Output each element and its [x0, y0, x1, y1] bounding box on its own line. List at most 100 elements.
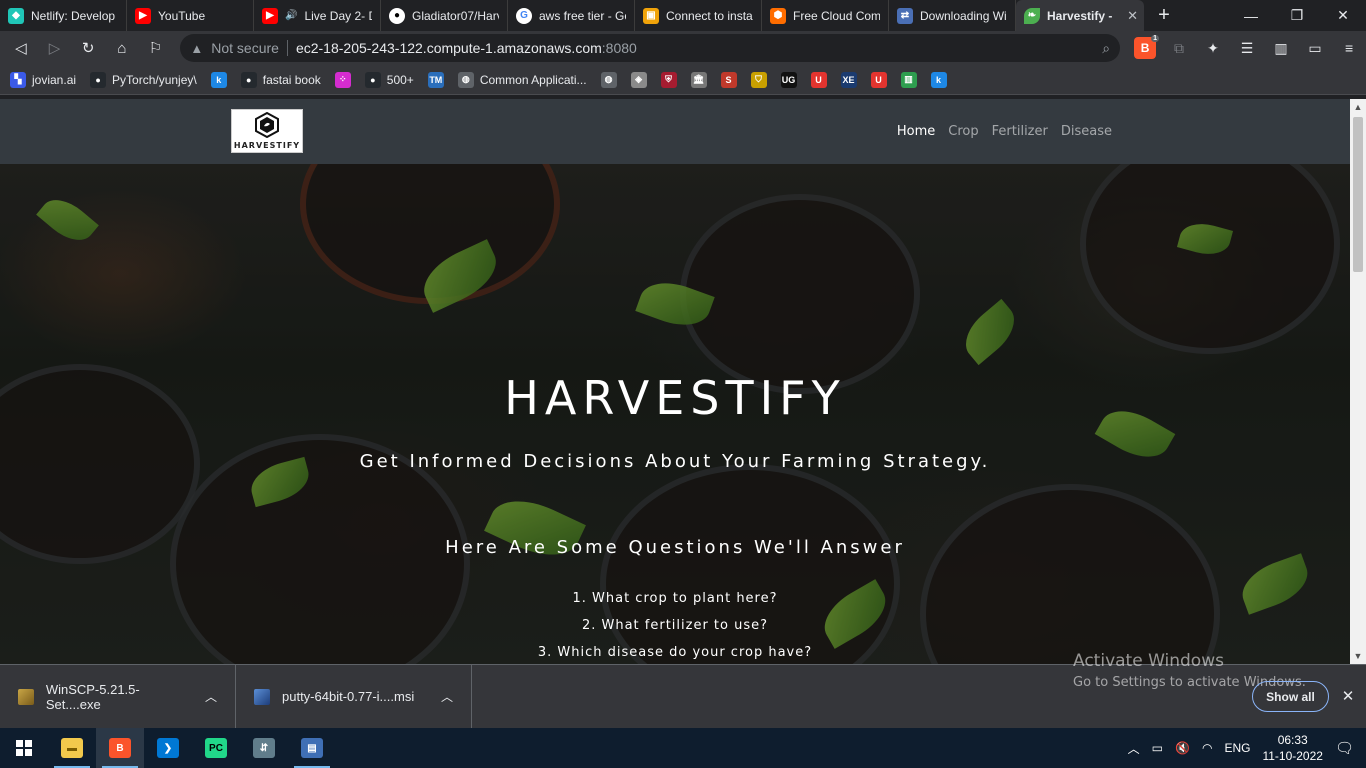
- nav-fertilizer[interactable]: Fertilizer: [992, 124, 1048, 139]
- tab-netlify[interactable]: ◆ Netlify: Develop: [0, 0, 127, 31]
- page-scrollbar[interactable]: ▲ ▼: [1350, 99, 1366, 664]
- reload-button[interactable]: ↻: [73, 34, 103, 62]
- bookmark-item[interactable]: ▚ jovian.ai: [10, 71, 76, 88]
- scroll-down-icon[interactable]: ▼: [1350, 648, 1366, 664]
- warning-icon[interactable]: ▲: [190, 41, 203, 56]
- copy-icon[interactable]: ⧉: [1168, 37, 1190, 59]
- volume-muted-icon[interactable]: 🔇: [1175, 741, 1190, 755]
- winscp-icon: ⇄: [897, 7, 913, 24]
- bookmark-item[interactable]: UG: [780, 71, 797, 88]
- scroll-up-icon[interactable]: ▲: [1350, 99, 1366, 115]
- dots-icon: ⁘: [334, 71, 351, 88]
- scrollbar-thumb[interactable]: [1353, 117, 1363, 272]
- bookmark-item[interactable]: ⛉: [750, 71, 767, 88]
- chevron-up-icon[interactable]: ︿: [1128, 740, 1140, 757]
- taskbar-vscode[interactable]: ❯: [144, 728, 192, 768]
- tm-icon: TM: [427, 71, 444, 88]
- bookmark-item[interactable]: S: [720, 71, 737, 88]
- forward-button[interactable]: ▷: [40, 34, 70, 62]
- wifi-icon[interactable]: ◠: [1202, 741, 1212, 755]
- battery-icon[interactable]: ▭: [1152, 741, 1163, 755]
- zoom-icon[interactable]: ⌕: [1102, 40, 1110, 57]
- speaker-icon[interactable]: 🔊: [285, 10, 297, 21]
- aws-box-icon: ▣: [643, 7, 659, 24]
- menu-icon[interactable]: ≡: [1338, 37, 1360, 59]
- bookmark-item[interactable]: ▥: [900, 71, 917, 88]
- restore-icon[interactable]: ❐: [1274, 0, 1320, 31]
- question-item: 1. What crop to plant here?: [572, 591, 778, 606]
- start-button[interactable]: [0, 728, 48, 768]
- github-icon: ●: [389, 7, 405, 24]
- bookmark-icon[interactable]: ⚐: [141, 34, 171, 62]
- bookmark-item[interactable]: ● PyTorch/yunjey\: [90, 71, 197, 88]
- close-window-icon[interactable]: ✕: [1320, 0, 1366, 31]
- github-icon: ●: [364, 71, 381, 88]
- taskbar-pycharm[interactable]: PC: [192, 728, 240, 768]
- nav-home[interactable]: Home: [897, 124, 935, 139]
- download-item-winscp[interactable]: WinSCP-5.21.5-Set....exe ︿: [0, 664, 236, 729]
- tab-google-aws[interactable]: Gaws free tier - Go: [508, 0, 635, 31]
- bookmark-item[interactable]: 🏛: [690, 71, 707, 88]
- bookmark-item[interactable]: TM: [427, 71, 444, 88]
- taskbar-putty[interactable]: ▤: [288, 728, 336, 768]
- chevron-up-icon[interactable]: ︿: [441, 688, 453, 705]
- download-item-putty[interactable]: putty-64bit-0.77-i....msi ︿: [236, 664, 472, 729]
- tab-title: Downloading Wi: [920, 8, 1007, 23]
- bookmark-item[interactable]: ◍: [600, 71, 617, 88]
- bookmark-item[interactable]: ● fastai book: [240, 71, 321, 88]
- brave-shields-icon[interactable]: B1: [1134, 35, 1160, 59]
- site-menu: Home Crop Fertilizer Disease: [897, 99, 1112, 164]
- playlist-icon[interactable]: ☰: [1236, 37, 1258, 59]
- bookmark-item[interactable]: k: [210, 71, 227, 88]
- bookmark-item[interactable]: ◈: [630, 71, 647, 88]
- minimize-icon[interactable]: —: [1228, 0, 1274, 31]
- bookmark-label: fastai book: [262, 72, 321, 87]
- tab-title: Harvestify -: [1047, 8, 1113, 23]
- download-filename: putty-64bit-0.77-i....msi: [282, 689, 415, 704]
- wallet-icon[interactable]: ▭: [1304, 37, 1326, 59]
- notifications-icon[interactable]: 🗨: [1335, 739, 1354, 757]
- bookmark-item[interactable]: k: [930, 71, 947, 88]
- github-icon: ●: [90, 71, 107, 88]
- show-all-button[interactable]: Show all: [1252, 681, 1329, 712]
- sidebar-icon[interactable]: ▥: [1270, 37, 1292, 59]
- clock[interactable]: 06:33 11-10-2022: [1262, 732, 1323, 764]
- bookmark-item[interactable]: U: [870, 71, 887, 88]
- tab-harvestify[interactable]: ❧ Harvestify - ✕: [1016, 0, 1144, 31]
- address-bar[interactable]: ▲ Not secure ec2-18-205-243-122.compute-…: [180, 34, 1121, 62]
- home-button[interactable]: ⌂: [107, 34, 137, 62]
- close-shelf-icon[interactable]: ✕: [1338, 686, 1358, 706]
- chevron-up-icon[interactable]: ︿: [205, 688, 217, 705]
- windows-taskbar: ▬ B ❯ PC ⇵ ▤ ︿ ▭ 🔇 ◠ ENG 06:33 11-10-202…: [0, 728, 1366, 768]
- harvestify-logo[interactable]: HARVESTIFY: [231, 109, 303, 153]
- new-tab-button[interactable]: +: [1144, 0, 1184, 31]
- tab-downloading-winscp[interactable]: ⇄ Downloading Wi: [889, 0, 1016, 31]
- taskbar-app[interactable]: ⇵: [240, 728, 288, 768]
- clock-date: 11-10-2022: [1262, 749, 1323, 763]
- close-tab-icon[interactable]: ✕: [1127, 8, 1138, 24]
- tab-live-day[interactable]: ▶ 🔊 Live Day 2- D: [254, 0, 381, 31]
- bookmark-item[interactable]: XE: [840, 71, 857, 88]
- activate-title: Activate Windows: [1073, 651, 1224, 671]
- extensions-area: B1 ⧉ ✦ ☰ ▥ ▭ ≡: [1134, 35, 1360, 59]
- tab-connect-instance[interactable]: ▣ Connect to insta: [635, 0, 762, 31]
- bookmark-item[interactable]: U: [810, 71, 827, 88]
- taskbar-brave[interactable]: B: [96, 728, 144, 768]
- bookmark-item[interactable]: ⛨: [660, 71, 677, 88]
- taskbar-file-explorer[interactable]: ▬: [48, 728, 96, 768]
- language-indicator[interactable]: ENG: [1224, 741, 1250, 755]
- back-button[interactable]: ◁: [6, 34, 36, 62]
- nav-crop[interactable]: Crop: [948, 124, 978, 139]
- tab-youtube[interactable]: ▶ YouTube: [127, 0, 254, 31]
- tab-github-harvestify[interactable]: ● Gladiator07/Harv: [381, 0, 508, 31]
- bookmark-item[interactable]: ⁘: [334, 71, 351, 88]
- extensions-icon[interactable]: ✦: [1202, 37, 1224, 59]
- tab-free-cloud[interactable]: ⬢ Free Cloud Comp: [762, 0, 889, 31]
- bookmarks-bar: ▚ jovian.ai ● PyTorch/yunjey\ k ● fastai book ⁘…: [0, 65, 1366, 95]
- u-icon: U: [810, 71, 827, 88]
- bookmark-item[interactable]: ◍ Common Applicati...: [457, 71, 587, 88]
- nav-disease[interactable]: Disease: [1061, 124, 1112, 139]
- bookmark-item[interactable]: ● 500+: [364, 71, 414, 88]
- globe-icon: ◍: [600, 71, 617, 88]
- not-secure-label[interactable]: Not secure: [211, 40, 279, 56]
